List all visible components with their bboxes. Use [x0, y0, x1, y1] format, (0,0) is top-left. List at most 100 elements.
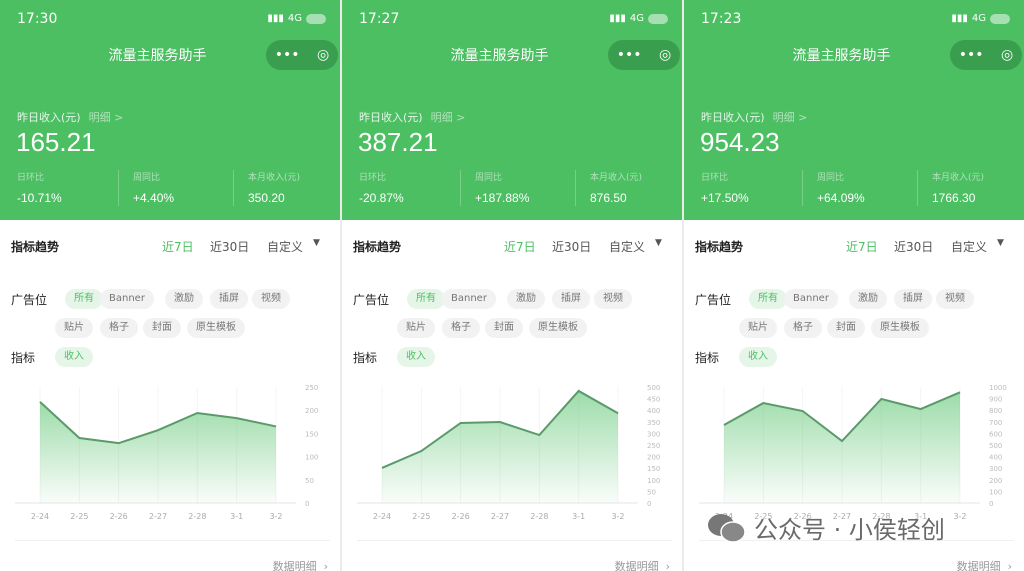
- x-tick-label: 2-26: [110, 512, 128, 521]
- y-tick-label: 200: [305, 407, 318, 415]
- ad-slot-chip[interactable]: 封面: [485, 318, 523, 338]
- ad-slot-chip[interactable]: 激励: [507, 289, 545, 309]
- ad-slot-chip[interactable]: 贴片: [397, 318, 435, 338]
- range-tab[interactable]: 自定义: [951, 238, 987, 255]
- ad-slot-chip[interactable]: 封面: [143, 318, 181, 338]
- ad-slot-chip[interactable]: 视频: [936, 289, 974, 309]
- x-tick-label: 2-25: [70, 512, 88, 521]
- ad-slot-chip[interactable]: 原生模板: [187, 318, 245, 338]
- stat-value: +187.88%: [475, 191, 530, 205]
- income-chart: 2-24 2-25 2-26 2-27 2-28 3-1 3-2 0 50 100 150 200 25…: [15, 384, 318, 521]
- ad-slot-chip[interactable]: 原生模板: [871, 318, 929, 338]
- ad-slot-chip[interactable]: 插屏: [894, 289, 932, 309]
- range-tab[interactable]: 自定义: [609, 238, 645, 255]
- y-tick-label: 400: [647, 407, 660, 415]
- range-tab[interactable]: 近30日: [894, 238, 933, 255]
- data-detail-link[interactable]: 数据明细 ›: [615, 558, 670, 571]
- data-detail-link[interactable]: 数据明细 ›: [273, 558, 328, 571]
- range-tab[interactable]: 近30日: [210, 238, 249, 255]
- chevron-down-icon[interactable]: ▼: [313, 238, 320, 248]
- divider: [118, 170, 119, 206]
- income-value: 165.21: [16, 127, 96, 157]
- x-tick-label: 3-2: [611, 512, 624, 521]
- stat-value: -10.71%: [17, 191, 62, 205]
- y-tick-label: 1000: [989, 384, 1007, 392]
- x-tick-label: 2-26: [452, 512, 470, 521]
- ad-slot-chip[interactable]: 原生模板: [529, 318, 587, 338]
- y-tick-label: 200: [647, 454, 660, 462]
- stat-label: 本月收入(元): [932, 173, 985, 183]
- wechat-icon: [708, 513, 746, 543]
- x-tick-label: 2-28: [188, 512, 206, 521]
- stat-value: -20.87%: [359, 191, 404, 205]
- ad-slot-chip[interactable]: Banner: [442, 289, 496, 309]
- chevron-down-icon[interactable]: ▼: [997, 238, 1004, 248]
- x-tick-label: 2-24: [373, 512, 391, 521]
- ad-slot-chip[interactable]: 贴片: [739, 318, 777, 338]
- ad-slot-label: 广告位: [353, 293, 390, 307]
- close-target-icon[interactable]: ◎: [317, 47, 329, 63]
- x-tick-label: 2-24: [31, 512, 49, 521]
- battery-icon: [306, 13, 326, 24]
- network-type: 4G: [971, 13, 986, 24]
- ad-slot-chip[interactable]: 插屏: [552, 289, 590, 309]
- ad-slot-chip[interactable]: 视频: [594, 289, 632, 309]
- divider: [460, 170, 461, 206]
- stat-value: 350.20: [248, 191, 285, 205]
- detail-link[interactable]: 明细 >: [89, 111, 124, 124]
- y-tick-label: 150: [305, 430, 318, 438]
- x-tick-label: 3-1: [572, 512, 585, 521]
- section-title: 指标趋势: [353, 240, 402, 254]
- y-tick-label: 300: [647, 430, 660, 438]
- more-icon[interactable]: •••: [617, 47, 642, 63]
- stat-value: 876.50: [590, 191, 627, 205]
- ad-slot-chip[interactable]: 所有: [407, 289, 445, 309]
- range-tab[interactable]: 近7日: [162, 238, 194, 255]
- ad-slot-chip[interactable]: 激励: [849, 289, 887, 309]
- detail-link[interactable]: 明细 >: [773, 111, 808, 124]
- ad-slot-chip[interactable]: 所有: [749, 289, 787, 309]
- range-tab[interactable]: 近7日: [504, 238, 536, 255]
- ad-slot-chip[interactable]: 视频: [252, 289, 290, 309]
- income-label: 昨日收入(元): [701, 111, 765, 124]
- range-tab[interactable]: 自定义: [267, 238, 303, 255]
- signal-icon: ▮▮▮: [609, 13, 626, 24]
- metric-chip[interactable]: 收入: [55, 347, 93, 367]
- header: 17:30 ▮▮▮ 4G 流量主服务助手 ••• ◎ 昨日收入(元) 明细 > 165…: [0, 0, 340, 220]
- ad-slot-chip[interactable]: 贴片: [55, 318, 93, 338]
- ad-slot-chip[interactable]: 插屏: [210, 289, 248, 309]
- close-target-icon[interactable]: ◎: [1001, 47, 1013, 63]
- y-tick-label: 250: [305, 384, 318, 392]
- more-icon[interactable]: •••: [959, 47, 984, 63]
- chevron-down-icon[interactable]: ▼: [655, 238, 662, 248]
- stat-value: +64.09%: [817, 191, 865, 205]
- status-time: 17:30: [17, 11, 58, 27]
- range-tab[interactable]: 近7日: [846, 238, 878, 255]
- ad-slot-chip[interactable]: Banner: [784, 289, 838, 309]
- ad-slot-chip[interactable]: Banner: [100, 289, 154, 309]
- ad-slot-chip[interactable]: 格子: [784, 318, 822, 338]
- x-tick-label: 3-2: [269, 512, 282, 521]
- close-target-icon[interactable]: ◎: [659, 47, 671, 63]
- ad-slot-chip[interactable]: 激励: [165, 289, 203, 309]
- data-detail-link[interactable]: 数据明细 ›: [957, 558, 1012, 571]
- more-icon[interactable]: •••: [275, 47, 300, 63]
- y-tick-label: 150: [647, 465, 660, 473]
- ad-slot-chip[interactable]: 格子: [100, 318, 138, 338]
- metric-chip[interactable]: 收入: [397, 347, 435, 367]
- divider: [357, 540, 672, 541]
- metric-chip[interactable]: 收入: [739, 347, 777, 367]
- range-tab[interactable]: 近30日: [552, 238, 591, 255]
- mini-program-capsule: ••• ◎: [608, 40, 680, 70]
- ad-slot-chip[interactable]: 封面: [827, 318, 865, 338]
- phone-screen: 17:23 ▮▮▮ 4G 流量主服务助手 ••• ◎ 昨日收入(元) 明细 > 954…: [684, 0, 1024, 571]
- stat-item: 本月收入(元) 350.20: [248, 170, 300, 205]
- ad-slot-chip[interactable]: 所有: [65, 289, 103, 309]
- stat-item: 日环比 -20.87%: [359, 170, 404, 205]
- detail-link[interactable]: 明细 >: [431, 111, 466, 124]
- divider: [802, 170, 803, 206]
- y-tick-label: 250: [647, 442, 660, 450]
- ad-slot-chip[interactable]: 格子: [442, 318, 480, 338]
- divider: [15, 540, 330, 541]
- stat-value: +17.50%: [701, 191, 749, 205]
